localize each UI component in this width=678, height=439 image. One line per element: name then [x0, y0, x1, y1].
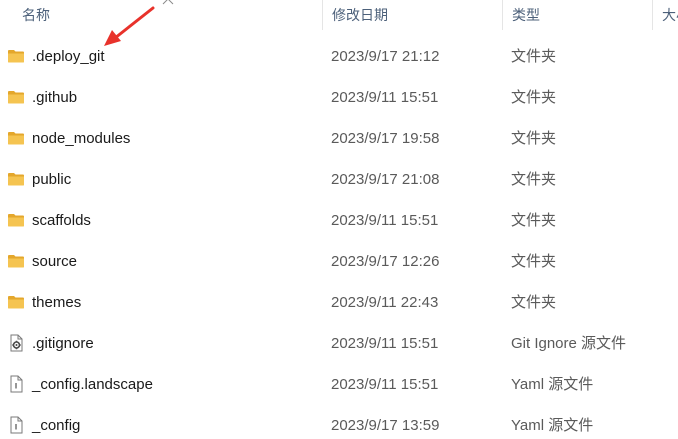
file-row[interactable]: scaffolds 2023/9/11 15:51 文件夹 — [0, 200, 678, 241]
file-name: node_modules — [32, 130, 131, 147]
file-date-modified: 2023/9/11 15:51 — [331, 212, 439, 229]
file-type: Git Ignore 源文件 — [511, 335, 627, 352]
file-explorer: 名称 修改日期 类型 大小 .deploy_git 2023/9/17 21:1… — [0, 0, 678, 439]
file-date-modified: 2023/9/17 21:12 — [331, 48, 440, 65]
column-header-type[interactable]: 类型 — [504, 0, 652, 30]
file-type: 文件夹 — [511, 48, 557, 65]
file-date-modified: 2023/9/11 15:51 — [331, 335, 439, 352]
file-row[interactable]: .gitignore 2023/9/11 15:51 Git Ignore 源文… — [0, 323, 678, 364]
file-date-modified: 2023/9/17 21:08 — [331, 171, 440, 188]
file-date-modified: 2023/9/17 12:26 — [331, 253, 440, 270]
file-row[interactable]: source 2023/9/17 12:26 文件夹 — [0, 241, 678, 282]
file-type: 文件夹 — [511, 89, 557, 106]
column-header-size[interactable]: 大小 — [654, 0, 678, 30]
column-divider[interactable] — [322, 0, 323, 30]
file-row[interactable]: public 2023/9/17 21:08 文件夹 — [0, 159, 678, 200]
file-name: _config — [32, 417, 81, 434]
file-row[interactable]: .deploy_git 2023/9/17 21:12 文件夹 — [0, 36, 678, 77]
sort-ascending-icon — [162, 0, 174, 5]
folder-icon — [8, 132, 24, 145]
file-type: 文件夹 — [511, 294, 557, 311]
file-name: .github — [32, 89, 78, 106]
file-row[interactable]: node_modules 2023/9/17 19:58 文件夹 — [0, 118, 678, 159]
folder-icon — [8, 296, 24, 309]
file-list: .deploy_git 2023/9/17 21:12 文件夹 .github … — [0, 36, 678, 439]
settings-file-icon — [10, 334, 23, 352]
file-type: 文件夹 — [511, 212, 557, 229]
file-date-modified: 2023/9/11 15:51 — [331, 376, 439, 393]
document-file-icon — [10, 416, 23, 434]
file-type: 文件夹 — [511, 253, 557, 270]
file-date-modified: 2023/9/17 19:58 — [331, 130, 440, 147]
column-divider[interactable] — [502, 0, 503, 30]
file-type: 文件夹 — [511, 171, 557, 188]
file-date-modified: 2023/9/11 22:43 — [331, 294, 439, 311]
file-type: Yaml 源文件 — [511, 376, 594, 393]
file-name: _config.landscape — [32, 376, 153, 393]
file-name: source — [32, 253, 78, 270]
file-name: .deploy_git — [32, 48, 105, 65]
file-name: scaffolds — [32, 212, 91, 229]
folder-icon — [8, 214, 24, 227]
file-type: 文件夹 — [511, 130, 557, 147]
file-name: .gitignore — [32, 335, 94, 352]
file-name: themes — [32, 294, 82, 311]
folder-icon — [8, 255, 24, 268]
folder-icon — [8, 91, 24, 104]
file-type: Yaml 源文件 — [511, 417, 594, 434]
file-name: public — [32, 171, 72, 188]
column-header-bar: 名称 修改日期 类型 大小 — [0, 0, 678, 30]
file-row[interactable]: _config.landscape 2023/9/11 15:51 Yaml 源… — [0, 364, 678, 405]
file-date-modified: 2023/9/11 15:51 — [331, 89, 439, 106]
file-row[interactable]: themes 2023/9/11 22:43 文件夹 — [0, 282, 678, 323]
folder-icon — [8, 173, 24, 186]
file-row[interactable]: _config 2023/9/17 13:59 Yaml 源文件 — [0, 405, 678, 439]
file-row[interactable]: .github 2023/9/11 15:51 文件夹 — [0, 77, 678, 118]
column-divider[interactable] — [652, 0, 653, 30]
folder-icon — [8, 50, 24, 63]
file-date-modified: 2023/9/17 13:59 — [331, 417, 440, 434]
column-header-date-modified[interactable]: 修改日期 — [324, 0, 502, 30]
document-file-icon — [10, 375, 23, 393]
